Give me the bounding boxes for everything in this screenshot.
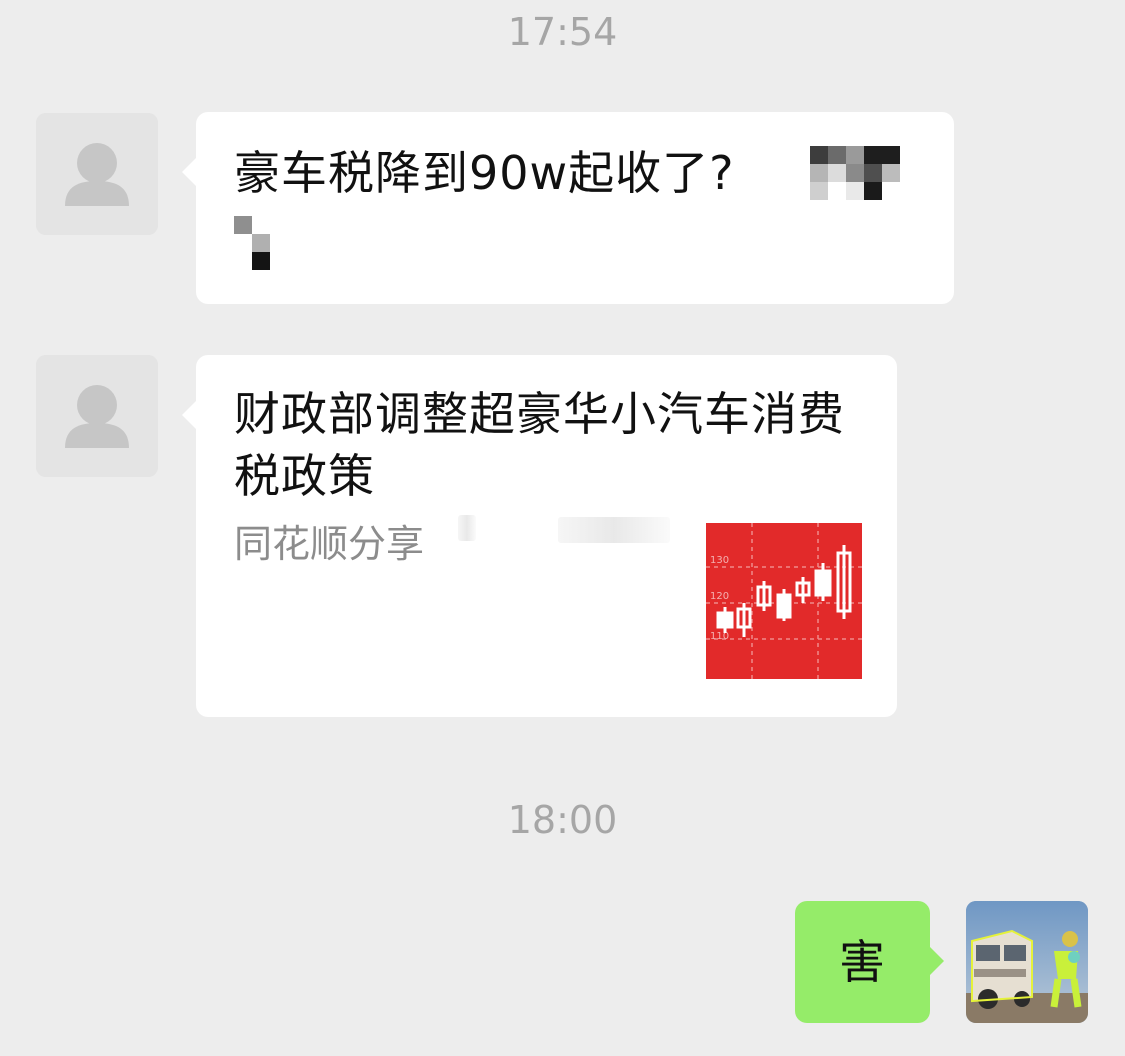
- timestamp: 17:54: [507, 10, 618, 54]
- link-card-title: 财政部调整超豪华小汽车消费税政策: [234, 387, 845, 503]
- candlestick-chart-icon: 130 120 110: [706, 523, 862, 679]
- message-text: 害: [839, 935, 886, 989]
- contact-avatar[interactable]: [36, 113, 158, 235]
- default-avatar-icon: [36, 355, 158, 477]
- axis-label: 130: [710, 555, 729, 566]
- photo-avatar-icon: [966, 901, 1088, 1023]
- default-avatar-icon: [36, 113, 158, 235]
- timestamp: 18:00: [507, 798, 618, 842]
- message-bubble-incoming[interactable]: 豪车税降到90w起收了?: [182, 112, 954, 304]
- contact-avatar[interactable]: [36, 355, 158, 477]
- my-avatar[interactable]: [966, 901, 1088, 1023]
- link-card-thumbnail: 130 120 110: [706, 523, 862, 679]
- axis-label: 120: [710, 591, 729, 602]
- link-card[interactable]: 财政部调整超豪华小汽车消费税政策 同花顺分享 130 120 110: [182, 355, 897, 717]
- blurred-text: [458, 515, 476, 541]
- blurred-text: [558, 517, 670, 543]
- message-text: 豪车税降到90w起收了?: [234, 146, 735, 200]
- link-card-source: 同花顺分享: [234, 522, 425, 566]
- message-bubble-outgoing[interactable]: 害: [795, 901, 944, 1023]
